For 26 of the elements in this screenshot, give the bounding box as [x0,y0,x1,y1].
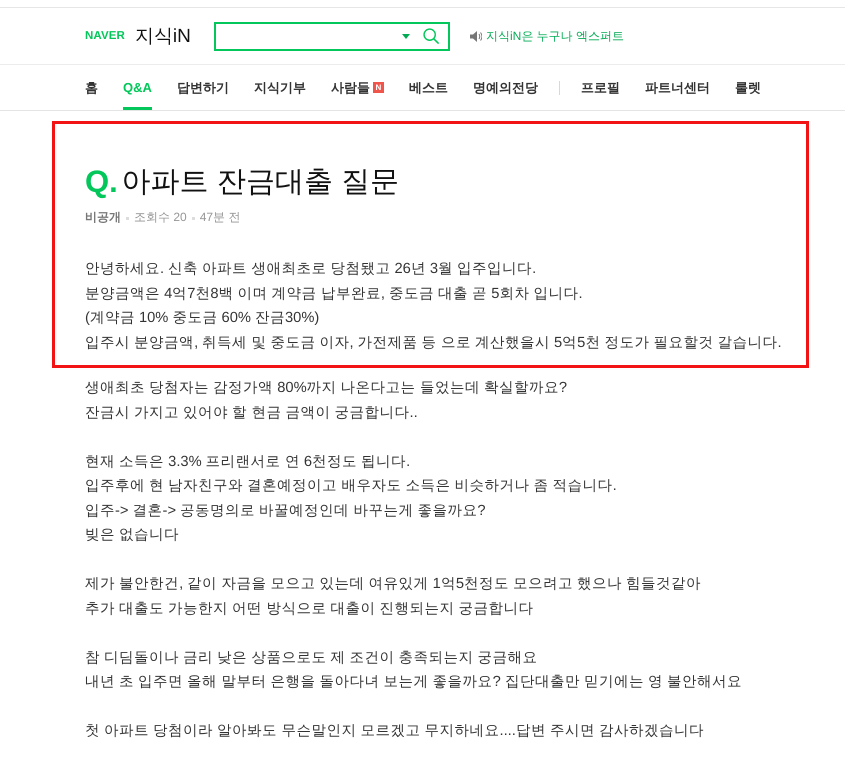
question-paragraph: 안녕하세요. 신축 아파트 생애최초로 당첨됐고 26년 3월 입주입니다. 분양금액은 4억7천8백 이며 계약금 납부완료, 중도금 대출 곧 5회차 입니다. (계약금 10% 중도금 60% 잔금30%) 입주시 분양금액, 취득세 및 중도금 이자, 가전제품 등 으로 계산했을시 5억5천 정도가 필요할것 갈습니다. [85,260,783,352]
question-paragraph: 현재 소득은 3.3% 프리랜서로 연 6천정도 됩니다. 입주후에 현 남자친구와 결혼예정이고 배우자도 소득은 비슷하거나 좀 적습니다. 입주-> 결혼-> 공동명의로 바꿀예정인데 바꾸는게 좋을까요? 빚은 없습니다 [85,452,618,545]
question-title: 아파트 잔금대출 질문 [122,165,399,200]
nav-tab[interactable]: 지식기부 [254,65,306,110]
nav-tab[interactable]: 사람들 N [330,65,384,110]
post-time: 47분 전 [200,209,240,225]
nav-tab[interactable]: 프로필 [580,65,620,110]
nav-tab[interactable]: 룰렛 [734,65,761,110]
caret-icon[interactable] [402,34,410,38]
view-count: 조회수 20 [134,209,187,225]
search-field[interactable] [214,22,450,50]
question-paragraph: 첫 아파트 당첨이라 알아봐도 무슨말인지 모르겠고 무지하네요....답변 주시면 감사하겠습니다 [85,722,705,741]
nav-tab[interactable]: 베스트 [408,65,448,110]
question-paragraph: 생애최초 당첨자는 감정가액 80%까지 나온다고는 들었는데 확실할까요? 잔금시 가지고 있어야 할 현금 금액이 궁금합니다.. [85,379,568,422]
question-paragraph: 제가 불안한건, 같이 자금을 모으고 있는데 여유있게 1억5천정도 모으려고 했으나 힘들것같아 추가 대출도 가능한지 어떤 방식으로 대출이 진행되는지 궁금합니다 [85,575,702,618]
search-icon[interactable] [423,28,439,44]
author-name: 비공개 [85,209,121,225]
nav-tab[interactable]: 파트너센터 [644,65,710,110]
nav-tab[interactable]: 답변하기 [176,65,229,110]
question-marker: Q. [85,164,118,200]
nav-tab[interactable]: 명예의전당 [472,65,538,110]
speaker-icon [470,30,482,42]
new-badge: N [372,82,384,93]
question-paragraph: 참 디딤돌이나 금리 낮은 상품으로도 제 조건이 충족되는지 궁금해요 내년 초 입주면 올해 말부터 은행을 돌아다녀 보는게 좋을까요? 집단대출만 믿기에는 영 불안해서요 [85,648,744,692]
service-logo-text[interactable]: 지식iN [134,23,191,49]
nav-tab[interactable]: 홈 [85,65,98,110]
